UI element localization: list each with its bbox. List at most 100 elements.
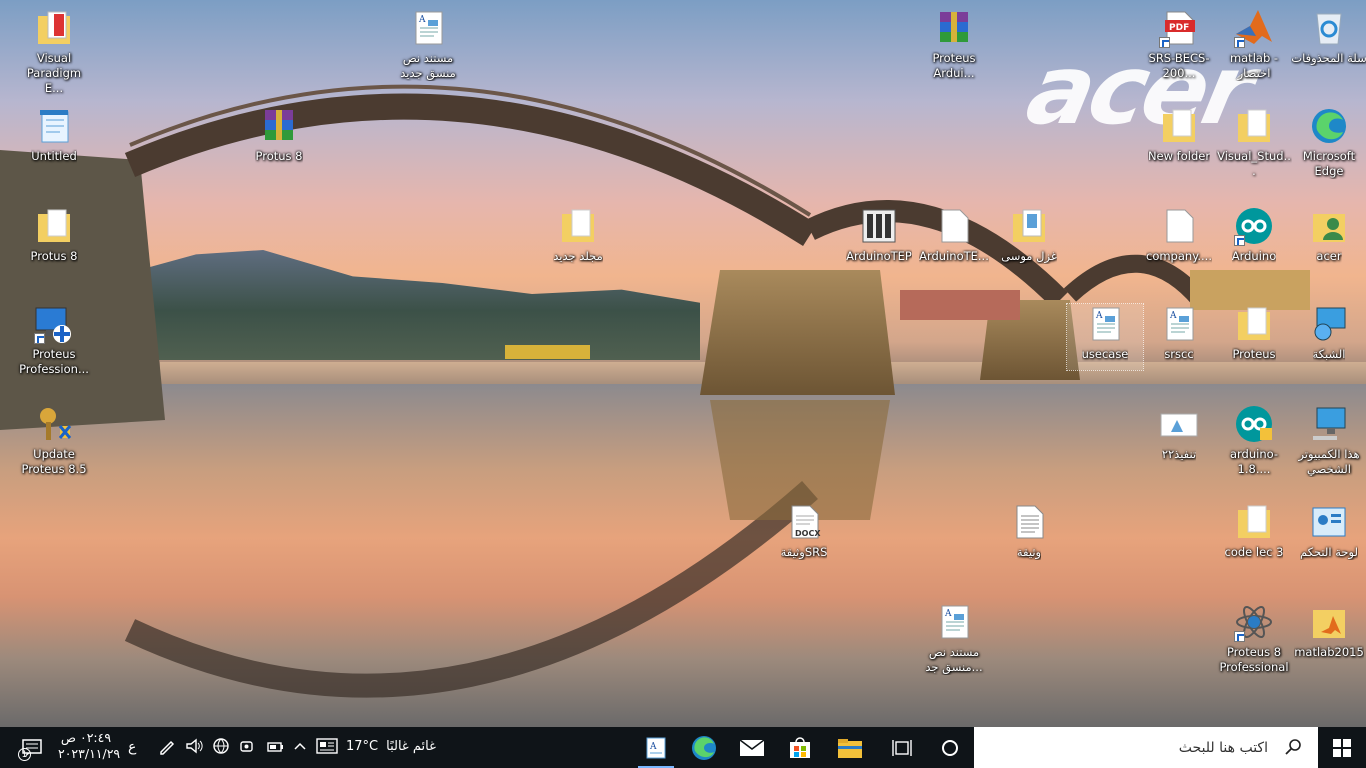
desktop-icon-usecase[interactable]: A usecase — [1066, 303, 1144, 371]
folder-icon — [838, 738, 862, 758]
document-icon: A — [934, 602, 974, 642]
desktop-icon-arduinotep[interactable]: ArduinoTEP — [841, 206, 917, 264]
control-panel-icon — [1309, 502, 1349, 542]
svg-text:A: A — [1169, 311, 1177, 321]
edge-icon — [692, 735, 716, 760]
docx-icon: DOCX — [784, 502, 824, 542]
svg-text:A: A — [418, 15, 426, 25]
svg-text:PDF: PDF — [1169, 23, 1189, 33]
desktop-icon-wathiqa[interactable]: وثيقة — [991, 502, 1067, 560]
folder-icon — [1234, 304, 1274, 344]
desktop-icon-matlab2015[interactable]: matlab2015 — [1291, 602, 1366, 660]
desktop-icon-code-lec3[interactable]: code lec 3 — [1216, 502, 1292, 560]
folder-icon — [1309, 602, 1349, 642]
desktop-icon-visual-paradigm[interactable]: Visual Paradigm E... — [16, 8, 92, 96]
language-indicator[interactable]: ع — [128, 739, 136, 755]
taskbar-app-edge[interactable] — [680, 727, 728, 768]
search-placeholder: اكتب هنا للبحث — [1178, 739, 1268, 756]
desktop-icon-proteus8-professional[interactable]: Proteus 8 Professional — [1216, 602, 1292, 675]
library-icon — [859, 206, 899, 246]
desktop-icon-network[interactable]: الشبكة — [1291, 304, 1366, 362]
desktop-icon-control-panel[interactable]: لوحة التحكم — [1291, 502, 1366, 560]
desktop-icon-new-doc-2[interactable]: A مستند نص منسق جد... — [916, 602, 992, 675]
search-icon — [1285, 739, 1301, 755]
taskbar-app-mail[interactable] — [728, 727, 776, 768]
folder-icon — [34, 206, 74, 246]
taskbar-app-file-explorer[interactable] — [826, 727, 874, 768]
desktop-icon-acer-user[interactable]: acer — [1291, 206, 1366, 264]
monitor-shield-icon — [34, 304, 74, 344]
desktop-icon-ghazal-mousa[interactable]: غزل موسى — [991, 206, 1067, 264]
folder-icon — [1234, 106, 1274, 146]
document-icon: A — [1159, 304, 1199, 344]
desktop-icon-new-folder-ar[interactable]: مجلد جديد — [540, 206, 616, 264]
desktop-icon-this-pc[interactable]: هذا الكمبيوتر الشخصي — [1291, 404, 1366, 477]
task-view-button[interactable] — [878, 727, 926, 768]
taskbar-app-store[interactable] — [776, 727, 824, 768]
battery-icon[interactable] — [266, 737, 284, 755]
desktop-icon-proteus-professional[interactable]: Proteus Profession... — [16, 304, 92, 377]
desktop-icon-matlab-shortcut[interactable]: matlab - اختصار — [1216, 8, 1292, 81]
cortana-button[interactable] — [926, 727, 974, 768]
desktop-icon-arduino[interactable]: Arduino — [1216, 206, 1292, 264]
taskbar-app-wordpad[interactable]: A — [632, 727, 680, 768]
clock[interactable]: ٠٢:٤٩ ص ٢٠٢٣/١١/٢٩ — [58, 730, 121, 762]
volume-icon[interactable] — [185, 737, 203, 755]
desktop-icon-protus8-rar[interactable]: Protus 8 — [241, 106, 317, 164]
user-folder-icon — [1309, 206, 1349, 246]
folder-icon — [558, 206, 598, 246]
weather-widget[interactable]: 17°C غائم غالبًا — [316, 737, 436, 755]
desktop[interactable]: acer Visual Paradigm E... Untitled Protu… — [0, 0, 1366, 727]
notification-center-button[interactable]: 1 — [8, 727, 56, 768]
document-icon: A — [1085, 304, 1125, 344]
edge-icon — [1309, 106, 1349, 146]
network-icon — [1309, 304, 1349, 344]
folder-icon — [1159, 106, 1199, 146]
desktop-icon-srscc[interactable]: A srscc — [1141, 304, 1217, 362]
desktop-icon-update-proteus[interactable]: Update Proteus 8.5 — [16, 404, 92, 477]
store-icon — [790, 736, 810, 758]
start-button[interactable] — [1318, 727, 1366, 768]
desktop-icon-new-folder[interactable]: New folder — [1141, 106, 1217, 164]
svg-text:A: A — [944, 609, 952, 619]
desktop-icon-untitled[interactable]: Untitled — [16, 106, 92, 164]
desktop-icon-proteus-arduino-rar[interactable]: Proteus Ardui... — [916, 8, 992, 81]
windows-logo-icon — [1333, 738, 1351, 757]
computer-icon — [1309, 404, 1349, 444]
mail-icon — [739, 738, 765, 756]
text-file-icon — [1009, 502, 1049, 542]
folder-icon — [1009, 206, 1049, 246]
notification-badge: 1 — [18, 748, 31, 761]
desktop-icon-arduinote-file[interactable]: ArduinoTE... — [916, 206, 992, 264]
webcam-icon[interactable] — [239, 737, 257, 755]
desktop-icon-proteus-folder[interactable]: Proteus — [1216, 304, 1292, 362]
task-view-icon — [892, 739, 912, 756]
desktop-icon-visual-stud[interactable]: Visual_Stud... — [1216, 106, 1292, 179]
temperature: 17°C — [346, 738, 379, 754]
clock-date: ٢٠٢٣/١١/٢٩ — [58, 746, 121, 761]
winrar-icon — [259, 106, 299, 146]
search-box[interactable]: اكتب هنا للبحث — [974, 727, 1318, 768]
desktop-icon-protus8-folder[interactable]: Protus 8 — [16, 206, 92, 264]
news-icon — [316, 738, 338, 754]
pen-icon[interactable] — [158, 737, 176, 755]
desktop-icon-tanfeez[interactable]: تنفيذ٢٢ — [1141, 404, 1217, 462]
desktop-icon-new-doc-1[interactable]: A مستند نص منسق جديد — [390, 8, 466, 81]
desktop-icon-company[interactable]: company.... — [1141, 206, 1217, 264]
key-icon — [34, 404, 74, 444]
svg-text:A: A — [1095, 311, 1103, 321]
arduino-icon — [1234, 206, 1274, 246]
network-globe-icon[interactable] — [212, 737, 230, 755]
desktop-icon-srs-pdf[interactable]: PDF SRS-BECS-200... — [1141, 8, 1217, 81]
desktop-icon-arduino-18[interactable]: arduino-1.8.... — [1216, 404, 1292, 477]
desktop-icon-srs-docx[interactable]: DOCX وثيقةSRS — [766, 502, 842, 560]
wordpad-icon: A — [646, 737, 666, 758]
desktop-icon-edge[interactable]: Microsoft Edge — [1291, 106, 1366, 179]
desktop-icon-recycle-bin[interactable]: سلة المحذوفات — [1291, 8, 1366, 66]
image-icon — [1159, 404, 1199, 444]
folder-icon — [34, 8, 74, 48]
cortana-icon — [942, 739, 958, 756]
atom-icon — [1234, 602, 1274, 642]
svg-text:DOCX: DOCX — [795, 529, 821, 538]
chevron-up-icon[interactable] — [293, 737, 307, 755]
